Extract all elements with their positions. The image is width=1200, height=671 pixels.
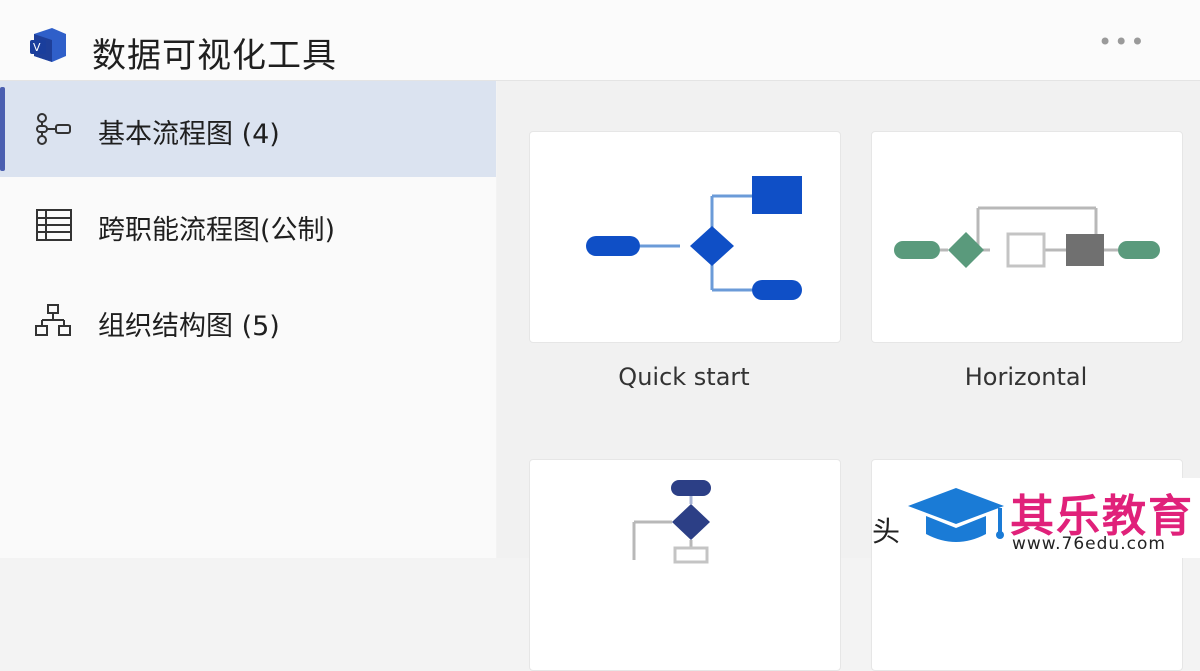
sidebar-item-label: 跨职能流程图(公制) [98, 215, 336, 246]
brand-watermark: 其乐教育 www.76edu.com [900, 478, 1200, 558]
template-card-vertical[interactable] [529, 459, 841, 671]
stray-character: 头 [872, 515, 901, 548]
app-window: V 数据可视化工具 ••• 基本流程图 (4) 跨职能流程图(公制) 组织结构图… [0, 0, 1200, 671]
horizontal-diagram [894, 206, 1160, 268]
template-card-horizontal[interactable] [871, 131, 1183, 343]
template-label-quick-start: Quick start [618, 363, 750, 391]
more-options-button[interactable]: ••• [1098, 28, 1146, 56]
graduation-cap-icon [908, 488, 1004, 542]
svg-text:V: V [33, 41, 41, 54]
sidebar-item-basic-flowchart[interactable]: 基本流程图 (4) [0, 81, 496, 177]
table-grid-icon [36, 209, 72, 241]
org-chart-icon [35, 304, 71, 336]
sidebar: 基本流程图 (4) 跨职能流程图(公制) 组织结构图 (5) [0, 81, 496, 558]
sidebar-item-cross-functional[interactable]: 跨职能流程图(公制) [0, 177, 496, 273]
sidebar-item-org-chart[interactable]: 组织结构图 (5) [0, 273, 496, 369]
sidebar-item-label: 组织结构图 (5) [98, 311, 280, 342]
template-label-horizontal: Horizontal [964, 363, 1088, 391]
flowchart-icon [36, 113, 71, 145]
title-bar: V 数据可视化工具 ••• [0, 0, 1200, 81]
template-card-quick-start[interactable] [529, 131, 841, 343]
brand-url: www.76edu.com [1012, 534, 1166, 554]
quick-start-diagram [586, 176, 802, 300]
app-logo-icon: V [30, 28, 66, 62]
sidebar-item-label: 基本流程图 (4) [98, 119, 280, 150]
vertical-diagram [632, 480, 711, 564]
page-title: 数据可视化工具 [92, 36, 337, 76]
